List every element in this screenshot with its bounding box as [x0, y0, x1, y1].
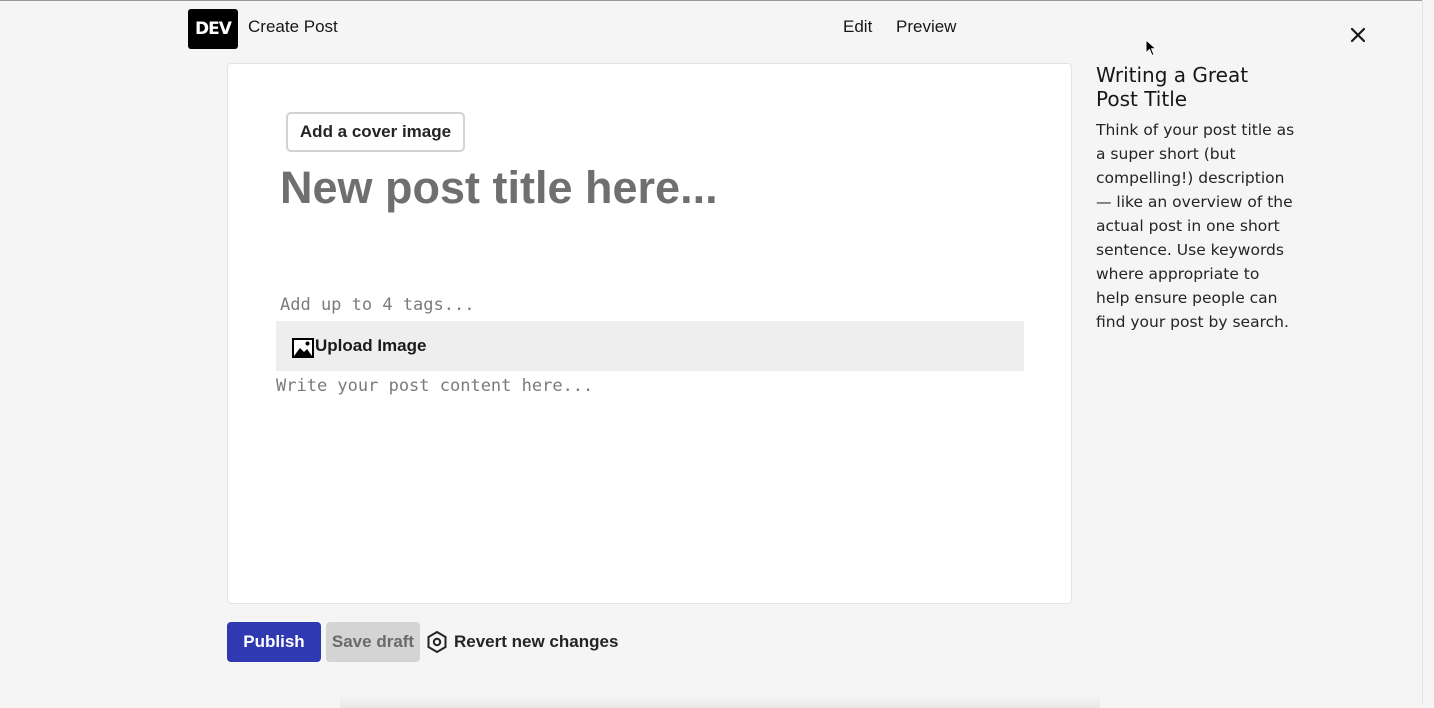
upload-image-label: Upload Image: [315, 336, 427, 355]
tab-edit[interactable]: Edit: [843, 17, 872, 37]
save-draft-button[interactable]: Save draft: [326, 622, 420, 662]
hexagon-icon: [427, 630, 447, 654]
upload-image-button[interactable]: Upload Image: [292, 334, 426, 358]
post-body-textarea[interactable]: Write your post content here...: [276, 374, 1024, 574]
revert-changes-button[interactable]: Revert new changes: [426, 630, 618, 654]
window-top-border: [0, 0, 1422, 1]
mouse-cursor-icon: [1145, 39, 1157, 57]
page-title: Create Post: [248, 17, 338, 36]
tags-input[interactable]: Add up to 4 tags...: [280, 292, 880, 318]
logo-text: DEV: [195, 19, 232, 39]
post-title-input[interactable]: New post title here...: [280, 160, 980, 220]
dev-logo[interactable]: DEV: [188, 9, 238, 49]
publish-button[interactable]: Publish: [227, 622, 321, 662]
bottom-shadow: [340, 696, 1100, 708]
close-button[interactable]: [1345, 22, 1371, 48]
tab-preview[interactable]: Preview: [896, 17, 956, 37]
help-title: Writing a Great Post Title: [1096, 63, 1249, 111]
scrollbar-track[interactable]: [1422, 0, 1423, 705]
add-cover-image-button[interactable]: Add a cover image: [286, 112, 465, 152]
image-icon: [292, 338, 314, 358]
help-panel: Writing a Great Post Title Think of your…: [1096, 63, 1296, 334]
help-body: Think of your post title as a super shor…: [1096, 121, 1295, 331]
close-icon: [1350, 27, 1366, 43]
revert-changes-label: Revert new changes: [454, 632, 619, 651]
